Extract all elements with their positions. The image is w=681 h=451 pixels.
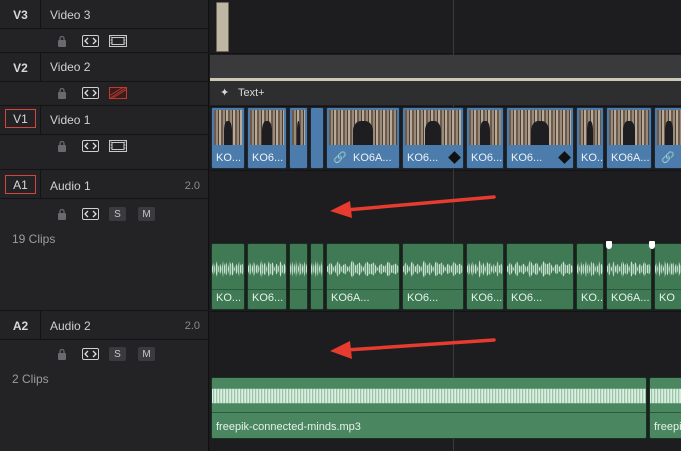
audio-clip[interactable]: KO6... <box>247 243 287 310</box>
auto-track-icon[interactable] <box>82 87 99 99</box>
keyframe-icon <box>448 151 461 164</box>
audio-clip[interactable] <box>289 243 308 310</box>
divider <box>0 134 209 135</box>
red-arrow-annotation <box>330 338 496 359</box>
audio-clip-music[interactable]: freepik <box>649 377 681 439</box>
track-header-a2[interactable]: A2 Audio 2 2.0 S M 2 Clips <box>0 311 209 451</box>
solo-button[interactable]: S <box>109 347 126 361</box>
sparkle-icon: ✦ <box>220 87 230 99</box>
track-name-v1[interactable]: Video 1 <box>50 113 90 127</box>
clip-count: 19 Clips <box>12 232 56 246</box>
lock-icon[interactable] <box>56 87 68 99</box>
channel-format: 2.0 <box>184 320 200 332</box>
video-clip[interactable]: KO... <box>576 107 604 169</box>
video-clip[interactable]: KO6A... <box>606 107 652 169</box>
divider <box>40 0 41 28</box>
lane-divider <box>210 170 681 171</box>
audio-clip[interactable] <box>310 243 324 310</box>
video-clip[interactable]: KO6... <box>402 107 464 169</box>
video-enable-icon[interactable] <box>109 35 127 47</box>
video-clip[interactable]: 🔗 KO6A... <box>326 107 400 169</box>
audio-clip[interactable]: KO6A... <box>326 243 400 310</box>
divider <box>0 81 209 82</box>
video-clip[interactable]: 🔗 <box>654 107 681 169</box>
auto-track-icon[interactable] <box>82 140 99 152</box>
audio-clip-music[interactable]: freepik-connected-minds.mp3 <box>211 377 647 439</box>
track-name-a1[interactable]: Audio 1 <box>50 179 91 193</box>
keyframe-icon <box>558 151 571 164</box>
channel-format: 2.0 <box>184 180 200 192</box>
auto-track-icon[interactable] <box>82 35 99 47</box>
lock-icon[interactable] <box>56 140 68 152</box>
audio-clip[interactable]: KO6A... <box>606 243 652 310</box>
video-clip[interactable]: KO6... <box>247 107 287 169</box>
audio-clip[interactable]: KO6... <box>506 243 574 310</box>
clip-count: 2 Clips <box>12 372 49 386</box>
track-id-a2: A2 <box>12 318 29 333</box>
video-clip[interactable] <box>310 107 324 169</box>
audio-clip[interactable]: KO... <box>211 243 245 310</box>
video-clip[interactable]: KO... <box>211 107 245 169</box>
link-icon: 🔗 <box>661 152 675 164</box>
track-id-a1[interactable]: A1 <box>5 175 36 194</box>
audio-clip[interactable]: KO... <box>576 243 604 310</box>
video-clip-v3[interactable] <box>216 2 229 52</box>
video-clip[interactable] <box>289 107 308 169</box>
track-name-a2[interactable]: Audio 2 <box>50 319 91 333</box>
audio-clip[interactable]: KO <box>654 243 681 310</box>
lane-divider <box>210 53 681 54</box>
track-name-v2[interactable]: Video 2 <box>50 60 90 74</box>
mute-button[interactable]: M <box>138 347 155 361</box>
track-id-v2: V2 <box>13 60 28 75</box>
video-enable-icon[interactable] <box>109 140 127 152</box>
track-id-v3: V3 <box>13 7 28 22</box>
lane-divider <box>210 311 681 312</box>
track-header-v2[interactable]: V2 Video 2 <box>0 53 209 106</box>
clip-label: Text+ <box>238 87 265 99</box>
lock-icon[interactable] <box>56 208 68 220</box>
mute-button[interactable]: M <box>138 207 155 221</box>
title-clip-text-plus[interactable]: ✦ Text+ <box>210 55 681 105</box>
track-header-v3[interactable]: V3 Video 3 <box>0 0 209 53</box>
clip-marker[interactable] <box>649 241 655 249</box>
clip-marker[interactable] <box>606 241 612 249</box>
track-header-v1[interactable]: V1 Video 1 <box>0 106 209 170</box>
clip-body: ✦ Text+ <box>210 81 681 105</box>
divider <box>40 311 41 339</box>
video-clip[interactable]: KO6... <box>506 107 574 169</box>
link-icon: 🔗 <box>333 152 347 164</box>
track-header-panel: V3 Video 3 V2 Video 2 V1 Video 1 A1 Audi… <box>0 0 209 451</box>
divider <box>40 53 41 81</box>
solo-button[interactable]: S <box>109 207 126 221</box>
divider <box>40 106 41 134</box>
video-clip[interactable]: KO6... <box>466 107 504 169</box>
divider <box>0 28 209 29</box>
lock-icon[interactable] <box>56 35 68 47</box>
divider <box>0 339 209 340</box>
divider <box>40 170 41 198</box>
divider <box>0 198 209 199</box>
video-disabled-icon[interactable] <box>109 87 127 99</box>
auto-track-icon[interactable] <box>82 208 99 220</box>
track-header-a1[interactable]: A1 Audio 1 2.0 S M 19 Clips <box>0 170 209 311</box>
auto-track-icon[interactable] <box>82 348 99 360</box>
audio-clip[interactable]: KO6... <box>466 243 504 310</box>
audio-clip[interactable]: KO6... <box>402 243 464 310</box>
red-arrow-annotation <box>330 195 496 218</box>
lock-icon[interactable] <box>56 348 68 360</box>
track-id-v1[interactable]: V1 <box>5 109 36 128</box>
timeline-area[interactable]: ✦ Text+ KO... KO6... 🔗 KO6A... KO6... KO6… <box>210 0 681 451</box>
track-name-v3[interactable]: Video 3 <box>50 8 90 22</box>
